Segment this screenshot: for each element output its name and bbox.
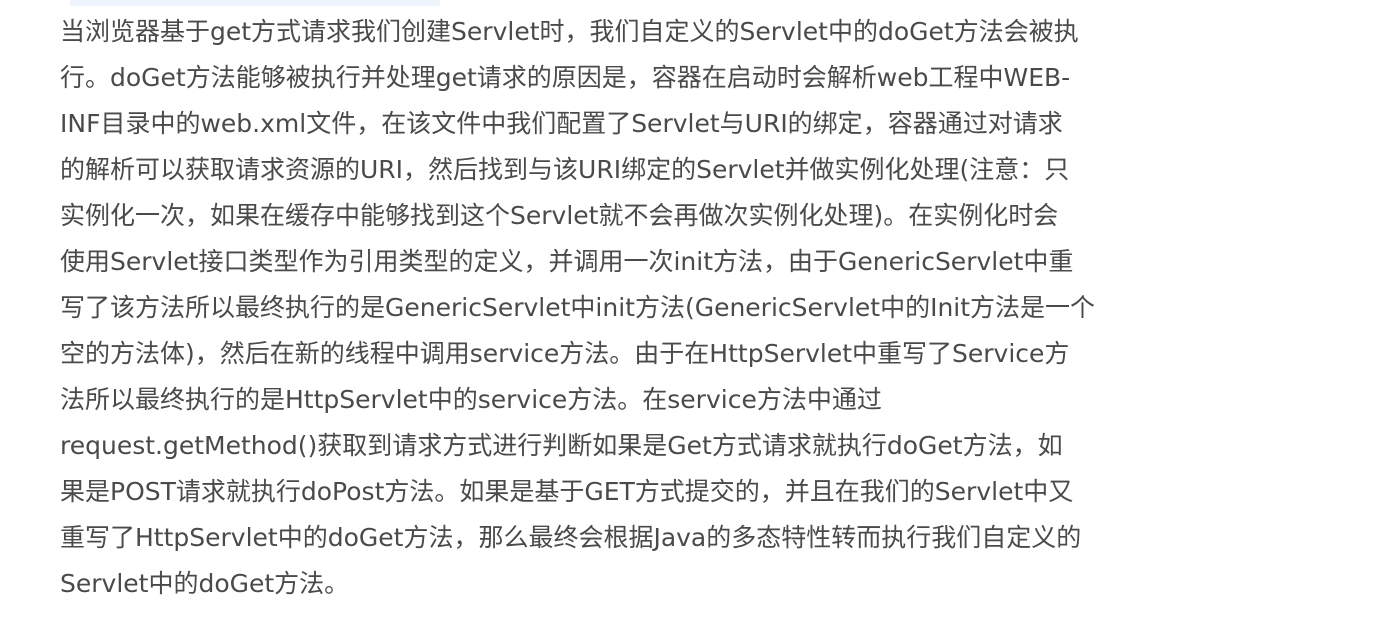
selection-highlight (70, 0, 440, 6)
paragraph-line: 法所以最终执行的是HttpServlet中的service方法。在service… (60, 385, 882, 414)
paragraph-line: 果是POST请求就执行doPost方法。如果是基于GET方式提交的，并且在我们的… (60, 477, 1074, 506)
paragraph-line: 行。doGet方法能够被执行并处理get请求的原因是，容器在启动时会解析web工… (60, 63, 1071, 92)
paragraph-line: 的解析可以获取请求资源的URI，然后找到与该URI绑定的Servlet并做实例化… (60, 155, 1070, 184)
paragraph-line: 写了该方法所以最终执行的是GenericServlet中init方法(Gener… (60, 293, 1096, 322)
paragraph-line: Servlet中的doGet方法。 (60, 569, 350, 598)
paragraph-line: 当浏览器基于get方式请求我们创建Servlet时，我们自定义的Servlet中… (60, 17, 1079, 46)
paragraph-line: 空的方法体)，然后在新的线程中调用service方法。由于在HttpServle… (60, 339, 1070, 368)
paragraph-line: 使用Servlet接口类型作为引用类型的定义，并调用一次init方法，由于Gen… (60, 247, 1074, 276)
paragraph-line: INF目录中的web.xml文件，在该文件中我们配置了Servlet与URI的绑… (60, 109, 1063, 138)
paragraph-line: 实例化一次，如果在缓存中能够找到这个Servlet就不会再做次实例化处理)。在实… (60, 201, 1059, 230)
paragraph-line: 重写了HttpServlet中的doGet方法，那么最终会根据Java的多态特性… (60, 523, 1082, 552)
article-paragraph: 当浏览器基于get方式请求我们创建Servlet时，我们自定义的Servlet中… (60, 9, 1220, 607)
paragraph-line: request.getMethod()获取到请求方式进行判断如果是Get方式请求… (60, 431, 1063, 460)
